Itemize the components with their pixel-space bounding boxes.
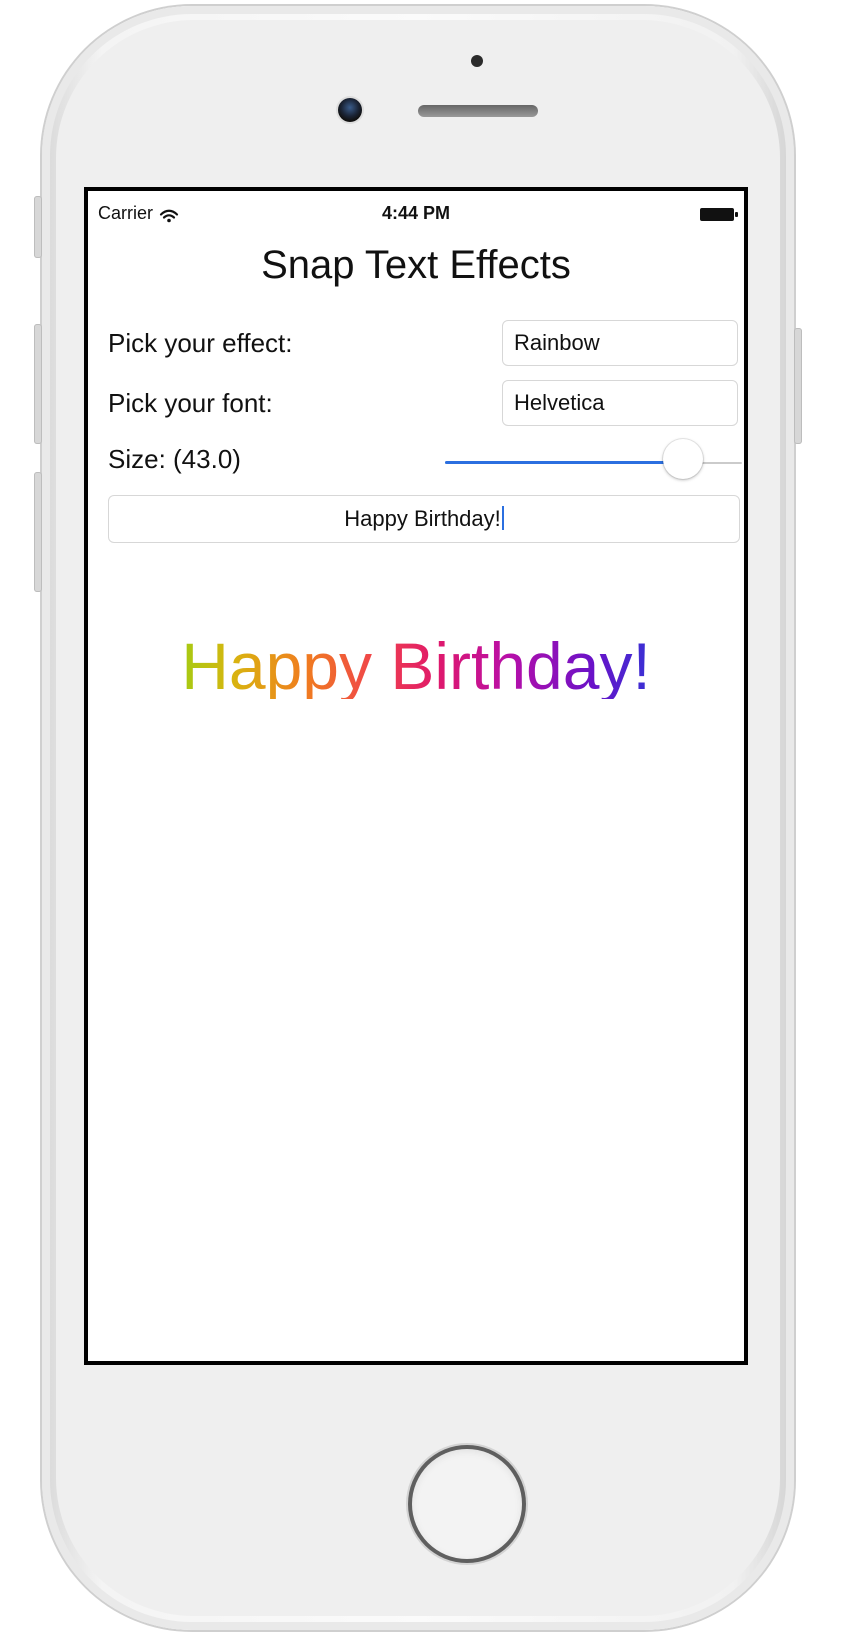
status-bar: Carrier 4:44 PM [88,191,744,231]
battery-icon [700,208,738,221]
text-input[interactable]: Happy Birthday! [108,495,740,543]
power-button [794,328,802,444]
rainbow-preview-text: Happy Birthday! [88,633,744,699]
mute-switch [34,196,42,258]
slider-thumb[interactable] [662,439,703,479]
effect-label: Pick your effect: [108,328,293,358]
page-title: Snap Text Effects [261,243,571,287]
font-picker[interactable]: Helvetica [502,380,738,426]
device-mockup: Carrier 4:44 PM Snap Text Effects Pick y… [0,0,860,1641]
front-camera-icon [338,98,362,122]
earpiece-speaker [418,105,538,117]
proximity-sensor [471,55,483,67]
volume-down-button [34,472,42,592]
size-slider[interactable] [445,439,742,479]
size-label: Size: (43.0) [108,444,241,474]
status-time: 4:44 PM [381,203,451,223]
app-screen: Carrier 4:44 PM Snap Text Effects Pick y… [84,187,748,1365]
font-label: Pick your font: [108,388,273,418]
volume-up-button [34,324,42,444]
home-button-icon[interactable] [412,1449,522,1559]
slider-fill [445,461,683,464]
text-input-value: Happy Birthday! [344,506,501,531]
effect-picker[interactable]: Rainbow [502,320,738,366]
text-caret [501,506,504,530]
